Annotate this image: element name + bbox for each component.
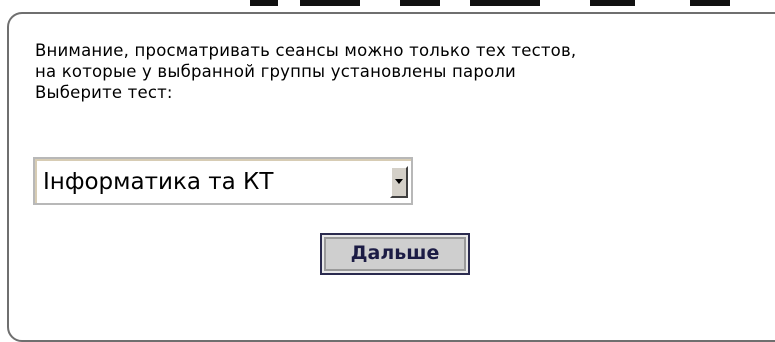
dropdown-arrow-icon[interactable] [390, 166, 408, 198]
chevron-down-icon [395, 179, 403, 184]
test-select-value: Інформатика та КТ [43, 169, 274, 195]
test-select-dropdown[interactable]: Інформатика та КТ [33, 157, 413, 205]
cropped-header-remnant [0, 0, 775, 8]
test-select-frame: Інформатика та КТ [35, 159, 411, 203]
choose-test-label: Выберите тест: [35, 83, 173, 102]
notice-line-1: Внимание, просматривать сеансы можно тол… [35, 41, 577, 60]
notice-text: Внимание, просматривать сеансы можно тол… [35, 40, 775, 103]
next-button[interactable]: Дальше [320, 233, 470, 275]
notice-line-2: на которые у выбранной группы установлен… [35, 62, 516, 81]
